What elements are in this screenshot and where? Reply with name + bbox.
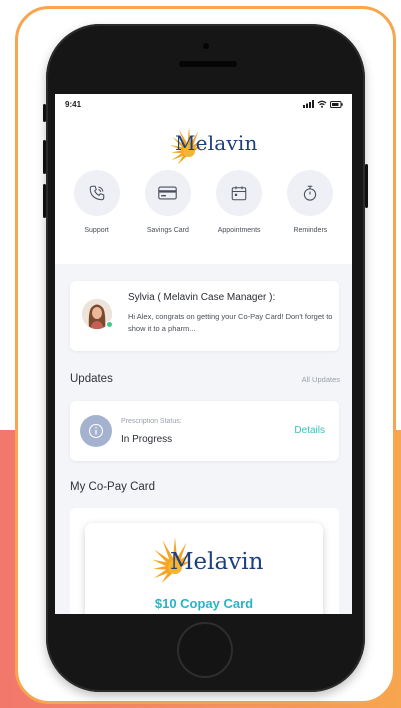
power-button — [365, 164, 368, 208]
all-updates-link[interactable]: All Updates — [302, 375, 340, 384]
calendar-icon — [231, 186, 247, 201]
info-glyph — [88, 423, 104, 439]
app-header: Melavin Support Savings Card Appointment… — [55, 114, 352, 264]
support-action[interactable]: Support — [61, 170, 132, 234]
status-icons — [303, 100, 343, 108]
prescription-status-label: Prescription Status: — [121, 418, 182, 425]
copay-brand-text: Melavin — [170, 549, 264, 575]
prescription-status-value: In Progress — [121, 434, 173, 445]
support-button[interactable] — [73, 170, 120, 216]
brand-logo-text: Melavin — [175, 131, 258, 155]
updates-heading: Updates — [70, 373, 113, 385]
app-screen: 9:41 Melavin Support Savings Card Appoin… — [55, 94, 352, 614]
reminders-action[interactable]: Reminders — [275, 170, 346, 234]
reminders-button[interactable] — [287, 170, 334, 216]
appointments-action[interactable]: Appointments — [204, 170, 275, 234]
case-manager-message-card[interactable]: Sylvia ( Melavin Case Manager ): Hi Alex… — [70, 281, 339, 351]
appointments-button[interactable] — [216, 170, 263, 216]
wifi-icon — [317, 100, 327, 108]
details-button[interactable]: Details — [294, 425, 325, 436]
home-button[interactable] — [177, 622, 233, 678]
card-icon — [158, 186, 178, 200]
prescription-status-card: Prescription Status: In Progress Details — [70, 401, 339, 461]
savings-card-button[interactable] — [144, 170, 191, 216]
message-sender: Sylvia ( Melavin Case Manager ): — [128, 292, 276, 303]
earpiece-speaker — [179, 61, 237, 67]
reminders-label: Reminders — [293, 227, 328, 234]
timer-icon — [304, 185, 317, 201]
copay-card-section: Melavin $10 Copay Card — [70, 508, 339, 614]
volume-up-button — [43, 140, 46, 174]
copay-amount: $10 Copay Card — [154, 596, 254, 611]
copay-card-heading: My Co-Pay Card — [70, 481, 155, 493]
info-icon — [80, 415, 112, 447]
support-label: Support — [84, 227, 109, 234]
savings-card-label: Savings Card — [146, 227, 189, 234]
appointments-label: Appointments — [217, 227, 261, 234]
copay-card[interactable]: Melavin $10 Copay Card — [85, 523, 323, 614]
front-camera — [203, 43, 209, 49]
phone-icon — [89, 185, 104, 201]
status-time: 9:41 — [65, 99, 82, 109]
signal-icon — [303, 100, 314, 108]
online-status-dot — [106, 321, 113, 328]
battery-icon — [330, 100, 343, 108]
mute-switch — [43, 104, 46, 122]
status-bar: 9:41 — [55, 94, 352, 114]
quick-actions: Support Savings Card Appointments Remind… — [55, 170, 352, 234]
message-preview: Hi Alex, congrats on getting your Co-Pay… — [128, 312, 333, 333]
avatar — [82, 299, 113, 329]
savings-card-action[interactable]: Savings Card — [132, 170, 203, 234]
volume-down-button — [43, 184, 46, 218]
